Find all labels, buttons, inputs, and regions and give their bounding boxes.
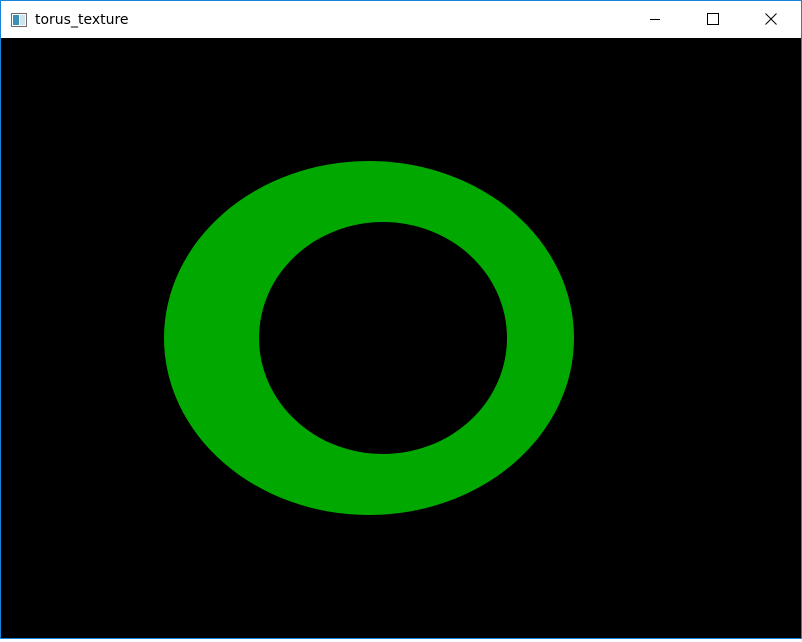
render-viewport[interactable] [1, 38, 801, 638]
close-button[interactable] [748, 1, 794, 38]
close-icon [765, 10, 777, 29]
torus-shape [164, 161, 574, 515]
window-title: torus_texture [35, 12, 129, 28]
torus-canvas [164, 161, 574, 515]
application-window-icon [11, 12, 27, 27]
app-window: torus_texture [0, 0, 802, 639]
title-bar[interactable]: torus_texture [1, 1, 801, 38]
minimize-icon [649, 10, 661, 29]
minimize-button[interactable] [632, 1, 678, 38]
maximize-button[interactable] [690, 1, 736, 38]
maximize-icon [707, 10, 719, 29]
